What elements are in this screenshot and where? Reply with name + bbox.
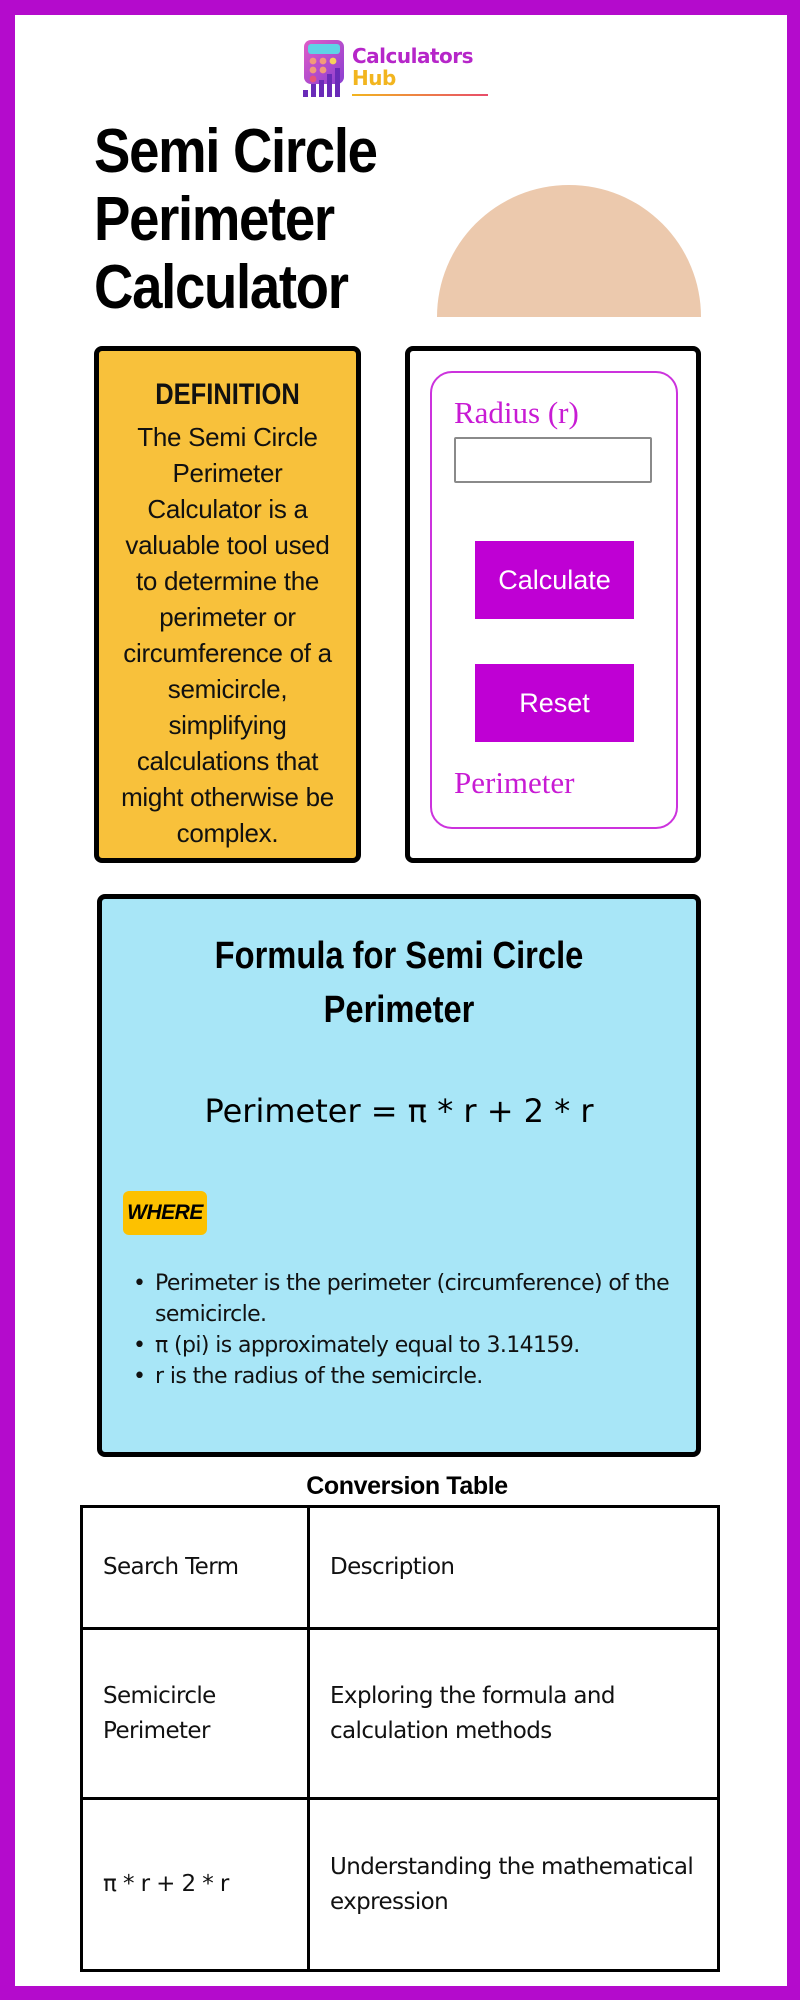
page-title: Semi Circle Perimeter Calculator bbox=[94, 117, 378, 322]
semicircle-illustration bbox=[437, 185, 701, 317]
table-cell: Description bbox=[307, 1505, 720, 1630]
calculator-card: Radius (r) Calculate Reset Perimeter bbox=[405, 346, 701, 863]
list-item: r is the radius of the semicircle. bbox=[129, 1361, 689, 1392]
definition-card: DEFINITION The Semi Circle Perimeter Cal… bbox=[94, 346, 361, 863]
variable-list: Perimeter is the perimeter (circumferenc… bbox=[129, 1268, 689, 1392]
perimeter-result-label: Perimeter bbox=[454, 765, 575, 800]
list-item: Perimeter is the perimeter (circumferenc… bbox=[129, 1268, 689, 1330]
table-row: Semicircle Perimeter Exploring the formu… bbox=[80, 1627, 720, 1800]
where-badge: WHERE bbox=[123, 1191, 207, 1235]
definition-text: The Semi Circle Perimeter Calculator is … bbox=[121, 422, 334, 848]
table-cell: π * r + 2 * r bbox=[80, 1797, 310, 1972]
table-cell: Exploring the formula and calculation me… bbox=[307, 1627, 720, 1800]
brand-underline bbox=[352, 94, 488, 96]
table-cell: Understanding the mathematical expressio… bbox=[307, 1797, 720, 1972]
brand-name-line1: Calculators bbox=[352, 44, 474, 68]
table-cell: Search Term bbox=[80, 1505, 310, 1630]
brand-name-line2: Hub bbox=[352, 66, 396, 90]
calculate-button[interactable]: Calculate bbox=[475, 541, 634, 619]
radius-label: Radius (r) bbox=[454, 395, 579, 430]
formula-card: Formula for Semi Circle Perimeter Perime… bbox=[97, 894, 701, 1457]
calculator-chart-icon bbox=[303, 40, 344, 97]
formula-equation: Perimeter = π * r + 2 * r bbox=[204, 1092, 594, 1130]
list-item: π (pi) is approximately equal to 3.14159… bbox=[129, 1330, 689, 1361]
reset-button[interactable]: Reset bbox=[475, 664, 634, 742]
definition-heading: DEFINITION bbox=[155, 378, 300, 411]
table-row: π * r + 2 * r Understanding the mathemat… bbox=[80, 1797, 720, 1972]
table-header-row: Search Term Description bbox=[80, 1505, 720, 1630]
radius-input[interactable] bbox=[454, 437, 652, 483]
brand-logo[interactable]: Calculators Hub bbox=[302, 38, 492, 102]
calculator-form: Radius (r) Calculate Reset Perimeter bbox=[430, 371, 678, 829]
table-title: Conversion Table bbox=[306, 1472, 508, 1500]
conversion-table: Search Term Description Semicircle Perim… bbox=[80, 1505, 720, 1972]
table-cell: Semicircle Perimeter bbox=[80, 1627, 310, 1800]
formula-heading: Formula for Semi Circle Perimeter bbox=[214, 935, 584, 1031]
